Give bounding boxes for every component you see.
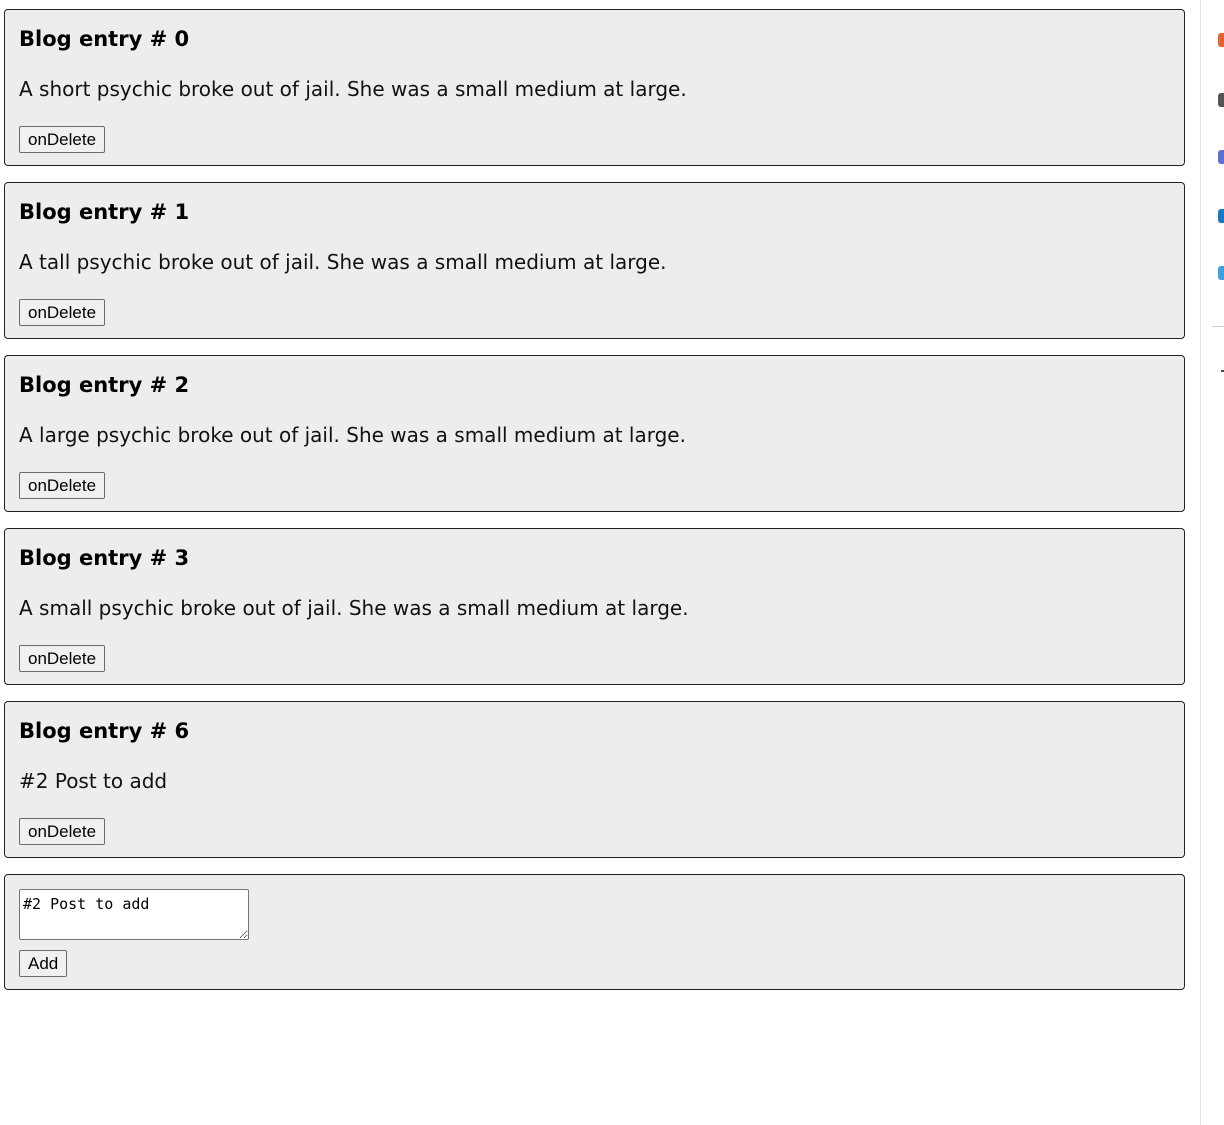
blog-entry-title: Blog entry # 1 [19,200,190,224]
side-panel-divider [1212,326,1224,327]
blog-entry-text: #2 Post to add [19,769,168,793]
delete-button[interactable]: onDelete [19,299,106,326]
blog-main: Blog entry # 0 A short psychic broke out… [0,0,1200,1125]
extension-icon-lightblue[interactable] [1218,266,1224,280]
blog-entry-title: Blog entry # 6 [19,719,190,743]
blog-entry-title: Blog entry # 3 [19,546,190,570]
page: Blog entry # 0 A short psychic broke out… [0,0,1224,1125]
blog-entry-card: Blog entry # 6 #2 Post to add onDelete [4,701,1185,858]
blog-entry-card: Blog entry # 1 A tall psychic broke out … [4,182,1185,339]
extension-icon-purple[interactable] [1218,150,1224,164]
blog-entry-card: Blog entry # 3 A small psychic broke out… [4,528,1185,685]
add-post-card: #2 Post to add Add [4,874,1185,990]
browser-side-panel [1200,0,1224,1125]
blog-entry-text: A large psychic broke out of jail. She w… [19,423,686,447]
delete-button[interactable]: onDelete [19,645,106,672]
post-textarea[interactable]: #2 Post to add [19,889,249,940]
blog-entry-text: A small psychic broke out of jail. She w… [19,596,689,620]
blog-entry-text: A tall psychic broke out of jail. She wa… [19,250,667,274]
blog-entry-text: A short psychic broke out of jail. She w… [19,77,687,101]
add-button[interactable]: Add [19,950,68,977]
delete-button[interactable]: onDelete [19,126,106,153]
extension-icon-orange[interactable] [1218,33,1224,47]
delete-button[interactable]: onDelete [19,818,106,845]
extension-icon-blue[interactable] [1218,209,1224,223]
blog-entry-card: Blog entry # 2 A large psychic broke out… [4,355,1185,512]
blog-entry-card: Blog entry # 0 A short psychic broke out… [4,9,1185,166]
blog-entry-title: Blog entry # 2 [19,373,190,397]
blog-entry-title: Blog entry # 0 [19,27,190,51]
delete-button[interactable]: onDelete [19,472,106,499]
extension-icon-person[interactable] [1218,93,1224,107]
